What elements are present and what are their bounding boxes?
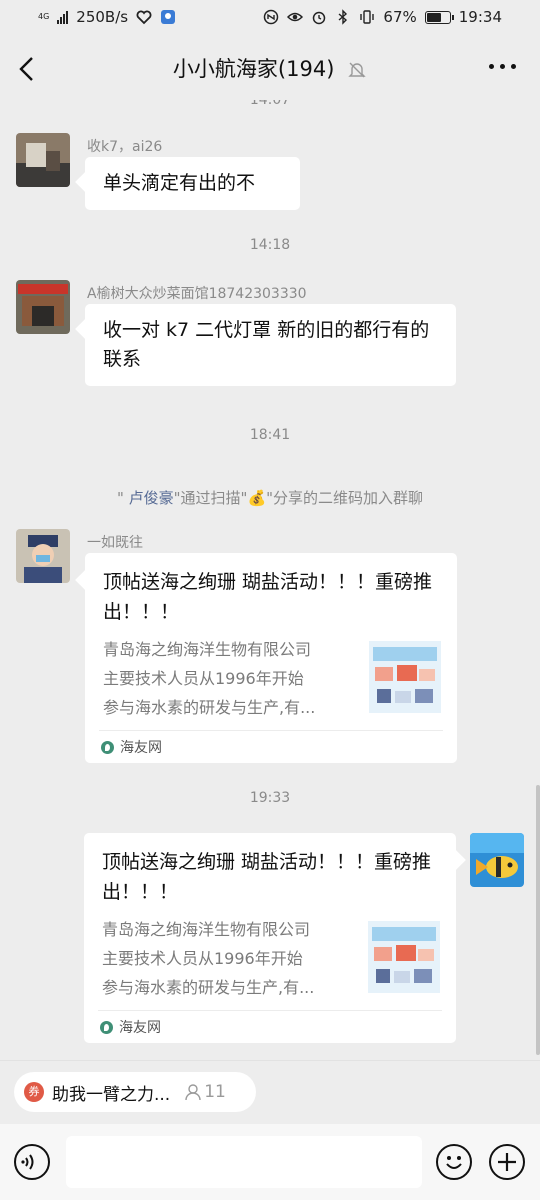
app-notification-icon — [161, 10, 176, 24]
eye-icon — [287, 12, 304, 22]
bluetooth-icon — [338, 9, 348, 25]
battery-fill — [426, 12, 441, 22]
message-bubble[interactable]: 单头滴定有出的不 — [85, 157, 300, 210]
participant-count: 11 — [184, 1082, 226, 1102]
link-card[interactable]: 顶帖送海之绚珊 瑚盐活动！！！重磅推出！！！ 青岛海之绚海洋生物有限公司 主要技… — [85, 553, 457, 763]
status-left: 4G 250B/s — [38, 8, 176, 26]
sender-name: 一如既往 — [87, 535, 143, 551]
card-thumbnail — [368, 921, 440, 993]
bell-muted-icon — [348, 62, 366, 78]
red-packet-icon: 券 — [24, 1082, 44, 1102]
card-source: 海友网 — [100, 1017, 161, 1037]
card-title: 顶帖送海之绚珊 瑚盐活动！！！重磅推出！！！ — [103, 571, 433, 623]
clock: 19:34 — [458, 8, 502, 26]
system-notice: " 卢俊豪"通过扫描"💰"分享的二维码加入群聊 — [116, 489, 424, 507]
avatar[interactable] — [16, 529, 70, 583]
timestamp: 14:07 — [249, 100, 291, 108]
pinned-bar: 券 助我一臂之力... 11 — [0, 1060, 540, 1124]
plus-icon — [498, 1153, 516, 1171]
money-bag-icon: 💰 — [247, 489, 267, 507]
card-divider — [98, 1010, 442, 1011]
member-name-link[interactable]: 卢俊豪 — [129, 489, 174, 507]
timestamp: 18:41 — [249, 427, 291, 443]
message-bubble[interactable]: 收一对 k7 二代灯罩 新的旧的都行有的联系 — [85, 304, 456, 386]
more-icon[interactable] — [489, 64, 516, 69]
status-bar: 4G 250B/s 67% 19:34 — [0, 0, 540, 36]
card-description: 青岛海之绚海洋生物有限公司 主要技术人员从1996年开始 参与海水素的研发与生产… — [103, 640, 316, 717]
alarm-icon — [313, 11, 326, 25]
avatar[interactable] — [16, 133, 70, 187]
emoji-button[interactable] — [436, 1144, 472, 1180]
battery-icon — [424, 10, 454, 24]
card-thumbnail — [369, 641, 441, 713]
timestamp: 14:18 — [249, 237, 291, 253]
pinned-label: 助我一臂之力... — [52, 1084, 171, 1105]
scrollbar[interactable] — [536, 785, 540, 1055]
status-right: 67% 19:34 — [263, 8, 502, 26]
smiley-icon — [446, 1156, 462, 1169]
sender-name: A榆树大众炒菜面馆18742303330 — [87, 286, 307, 302]
nfc-icon — [264, 9, 279, 25]
voice-button[interactable] — [14, 1144, 50, 1180]
group-name: 小小航海家(194) — [172, 57, 335, 81]
vibrate-icon — [360, 10, 375, 24]
timestamp: 19:33 — [249, 790, 291, 806]
chat-title: 小小航海家(194) — [0, 53, 540, 83]
message-input[interactable] — [66, 1136, 422, 1188]
link-card[interactable]: 顶帖送海之绚珊 瑚盐活动！！！重磅推出！！！ 青岛海之绚海洋生物有限公司 主要技… — [84, 833, 456, 1043]
person-icon — [185, 1084, 201, 1101]
card-description: 青岛海之绚海洋生物有限公司 主要技术人员从1996年开始 参与海水素的研发与生产… — [102, 920, 315, 997]
chat-header: 小小航海家(194) — [0, 36, 540, 100]
heart-icon — [136, 10, 152, 25]
battery-percent: 67% — [383, 8, 417, 26]
sender-name: 收k7，ai26 — [87, 139, 163, 155]
signal-icon — [57, 10, 69, 24]
avatar[interactable] — [470, 833, 524, 887]
source-logo-icon — [100, 1020, 113, 1034]
card-divider — [99, 730, 443, 731]
card-source: 海友网 — [101, 737, 162, 757]
network-speed: 250B/s — [76, 8, 129, 26]
card-title: 顶帖送海之绚珊 瑚盐活动！！！重磅推出！！！ — [102, 851, 432, 903]
more-functions-button[interactable] — [489, 1144, 525, 1180]
pinned-mini-app[interactable]: 券 助我一臂之力... 11 — [14, 1072, 256, 1112]
source-logo-icon — [101, 740, 114, 754]
message-text: 收一对 k7 二代灯罩 新的旧的都行有的联系 — [103, 319, 430, 370]
input-bar — [0, 1124, 540, 1200]
network-type: 4G — [38, 12, 50, 21]
voice-icon — [21, 1154, 34, 1170]
message-list[interactable]: 14:07 收k7，ai26 单头滴定有出的不 14:18 A榆树大众炒菜面馆1… — [0, 100, 540, 1060]
message-text: 单头滴定有出的不 — [103, 172, 256, 194]
avatar[interactable] — [16, 280, 70, 334]
